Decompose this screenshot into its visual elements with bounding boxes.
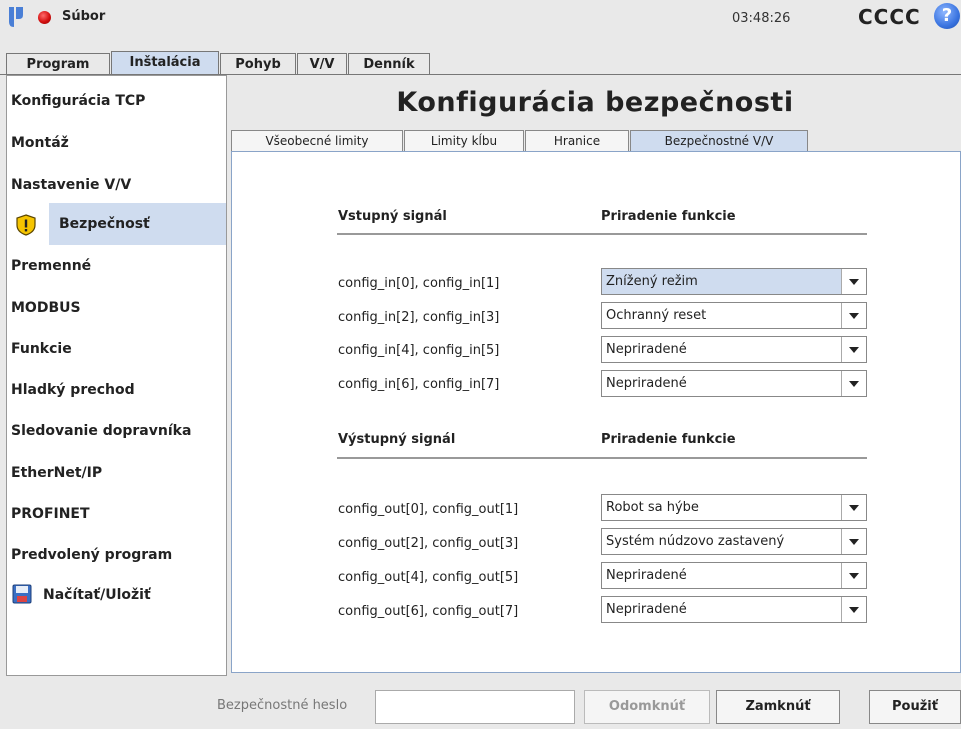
floppy-disk-icon [12, 584, 32, 604]
sidebar-item-label: Načítať/Uložiť [43, 587, 151, 603]
apply-button[interactable]: Použiť [869, 690, 961, 724]
warning-shield-icon [16, 214, 36, 236]
chevron-down-icon[interactable] [841, 303, 866, 328]
sidebar-item-tcp[interactable]: Konfigurácia TCP [7, 80, 226, 122]
lock-button[interactable]: Zamknúť [716, 690, 840, 724]
tab-program[interactable]: Program [6, 53, 110, 75]
input-signal-label: config_in[6], config_in[7] [338, 377, 500, 392]
chevron-down-icon[interactable] [841, 597, 866, 622]
tab-general-limits[interactable]: Všeobecné limity [231, 130, 403, 152]
sidebar-item-smooth-transition[interactable]: Hladký prechod [7, 369, 226, 411]
dropdown-value: Ochranný reset [606, 308, 707, 323]
chevron-down-icon[interactable] [841, 371, 866, 396]
dropdown-value: Nepriradené [606, 376, 687, 391]
sidebar-item-variables[interactable]: Premenné [7, 245, 226, 287]
chevron-down-icon[interactable] [841, 337, 866, 362]
dropdown-value: Nepriradené [606, 342, 687, 357]
chevron-down-icon[interactable] [841, 529, 866, 554]
dropdown-value: Nepriradené [606, 602, 687, 617]
output-signal-header: Výstupný signál [338, 432, 456, 447]
sidebar: Konfigurácia TCP Montáž Nastavenie V/V B… [6, 75, 227, 676]
output-signal-label: config_out[2], config_out[3] [338, 536, 519, 551]
sidebar-item-safety-icon-cell[interactable] [7, 203, 49, 245]
clock: 03:48:26 [732, 11, 791, 26]
sidebar-item-io-setup[interactable]: Nastavenie V/V [7, 164, 226, 206]
safety-io-panel [231, 151, 961, 673]
robot-status-icon[interactable] [38, 11, 51, 24]
dropdown-value: Robot sa hýbe [606, 500, 699, 515]
divider [337, 457, 867, 459]
output-function-dropdown[interactable]: Nepriradené [601, 562, 867, 589]
input-function-dropdown[interactable]: Nepriradené [601, 370, 867, 397]
sidebar-item-mounting[interactable]: Montáž [7, 122, 226, 164]
safety-password-label: Bezpečnostné heslo [217, 698, 348, 713]
input-function-dropdown[interactable]: Ochranný reset [601, 302, 867, 329]
ur-logo-icon [9, 7, 23, 27]
top-bar [0, 0, 961, 50]
unlock-button[interactable]: Odomknúť [584, 690, 710, 724]
sidebar-item-features[interactable]: Funkcie [7, 328, 226, 370]
divider [337, 233, 867, 235]
help-icon[interactable]: ? [934, 3, 960, 29]
tab-safety-io[interactable]: Bezpečnostné V/V [630, 130, 808, 152]
sidebar-item-load-save[interactable]: Načítať/Uložiť [7, 574, 226, 616]
input-signal-label: config_in[4], config_in[5] [338, 343, 500, 358]
safety-password-input[interactable] [375, 690, 575, 724]
sidebar-item-modbus[interactable]: MODBUS [7, 287, 226, 329]
output-function-dropdown[interactable]: Robot sa hýbe [601, 494, 867, 521]
sidebar-item-safety[interactable]: Bezpečnosť [49, 203, 226, 245]
sidebar-item-ethernet-ip[interactable]: EtherNet/IP [7, 452, 226, 494]
tab-move[interactable]: Pohyb [220, 53, 296, 75]
output-function-header: Priradenie funkcie [601, 432, 736, 447]
page-title: Konfigurácia bezpečnosti [396, 87, 794, 118]
input-function-dropdown[interactable]: Znížený režim [601, 268, 867, 295]
tab-io[interactable]: V/V [297, 53, 347, 75]
output-signal-label: config_out[0], config_out[1] [338, 502, 519, 517]
tab-log[interactable]: Denník [348, 53, 430, 75]
output-signal-label: config_out[4], config_out[5] [338, 570, 519, 585]
dropdown-value: Systém núdzovo zastavený [606, 534, 785, 549]
tab-boundaries[interactable]: Hranice [525, 130, 629, 152]
chevron-down-icon[interactable] [841, 269, 866, 294]
robot-name: CCCC [858, 5, 921, 29]
chevron-down-icon[interactable] [841, 495, 866, 520]
sidebar-item-profinet[interactable]: PROFINET [7, 493, 226, 535]
chevron-down-icon[interactable] [841, 563, 866, 588]
output-function-dropdown[interactable]: Systém núdzovo zastavený [601, 528, 867, 555]
input-function-header: Priradenie funkcie [601, 209, 736, 224]
output-signal-label: config_out[6], config_out[7] [338, 604, 519, 619]
tab-installation[interactable]: Inštalácia [111, 51, 219, 75]
dropdown-value: Znížený režim [606, 274, 698, 289]
sidebar-item-default-program[interactable]: Predvolený program [7, 534, 226, 576]
input-function-dropdown[interactable]: Nepriradené [601, 336, 867, 363]
input-signal-header: Vstupný signál [338, 209, 447, 224]
file-menu[interactable]: Súbor [62, 9, 105, 24]
tab-joint-limits[interactable]: Limity kĺbu [404, 130, 524, 152]
dropdown-value: Nepriradené [606, 568, 687, 583]
input-signal-label: config_in[0], config_in[1] [338, 276, 500, 291]
sidebar-item-conveyor-tracking[interactable]: Sledovanie dopravníka [7, 410, 226, 452]
input-signal-label: config_in[2], config_in[3] [338, 310, 500, 325]
output-function-dropdown[interactable]: Nepriradené [601, 596, 867, 623]
